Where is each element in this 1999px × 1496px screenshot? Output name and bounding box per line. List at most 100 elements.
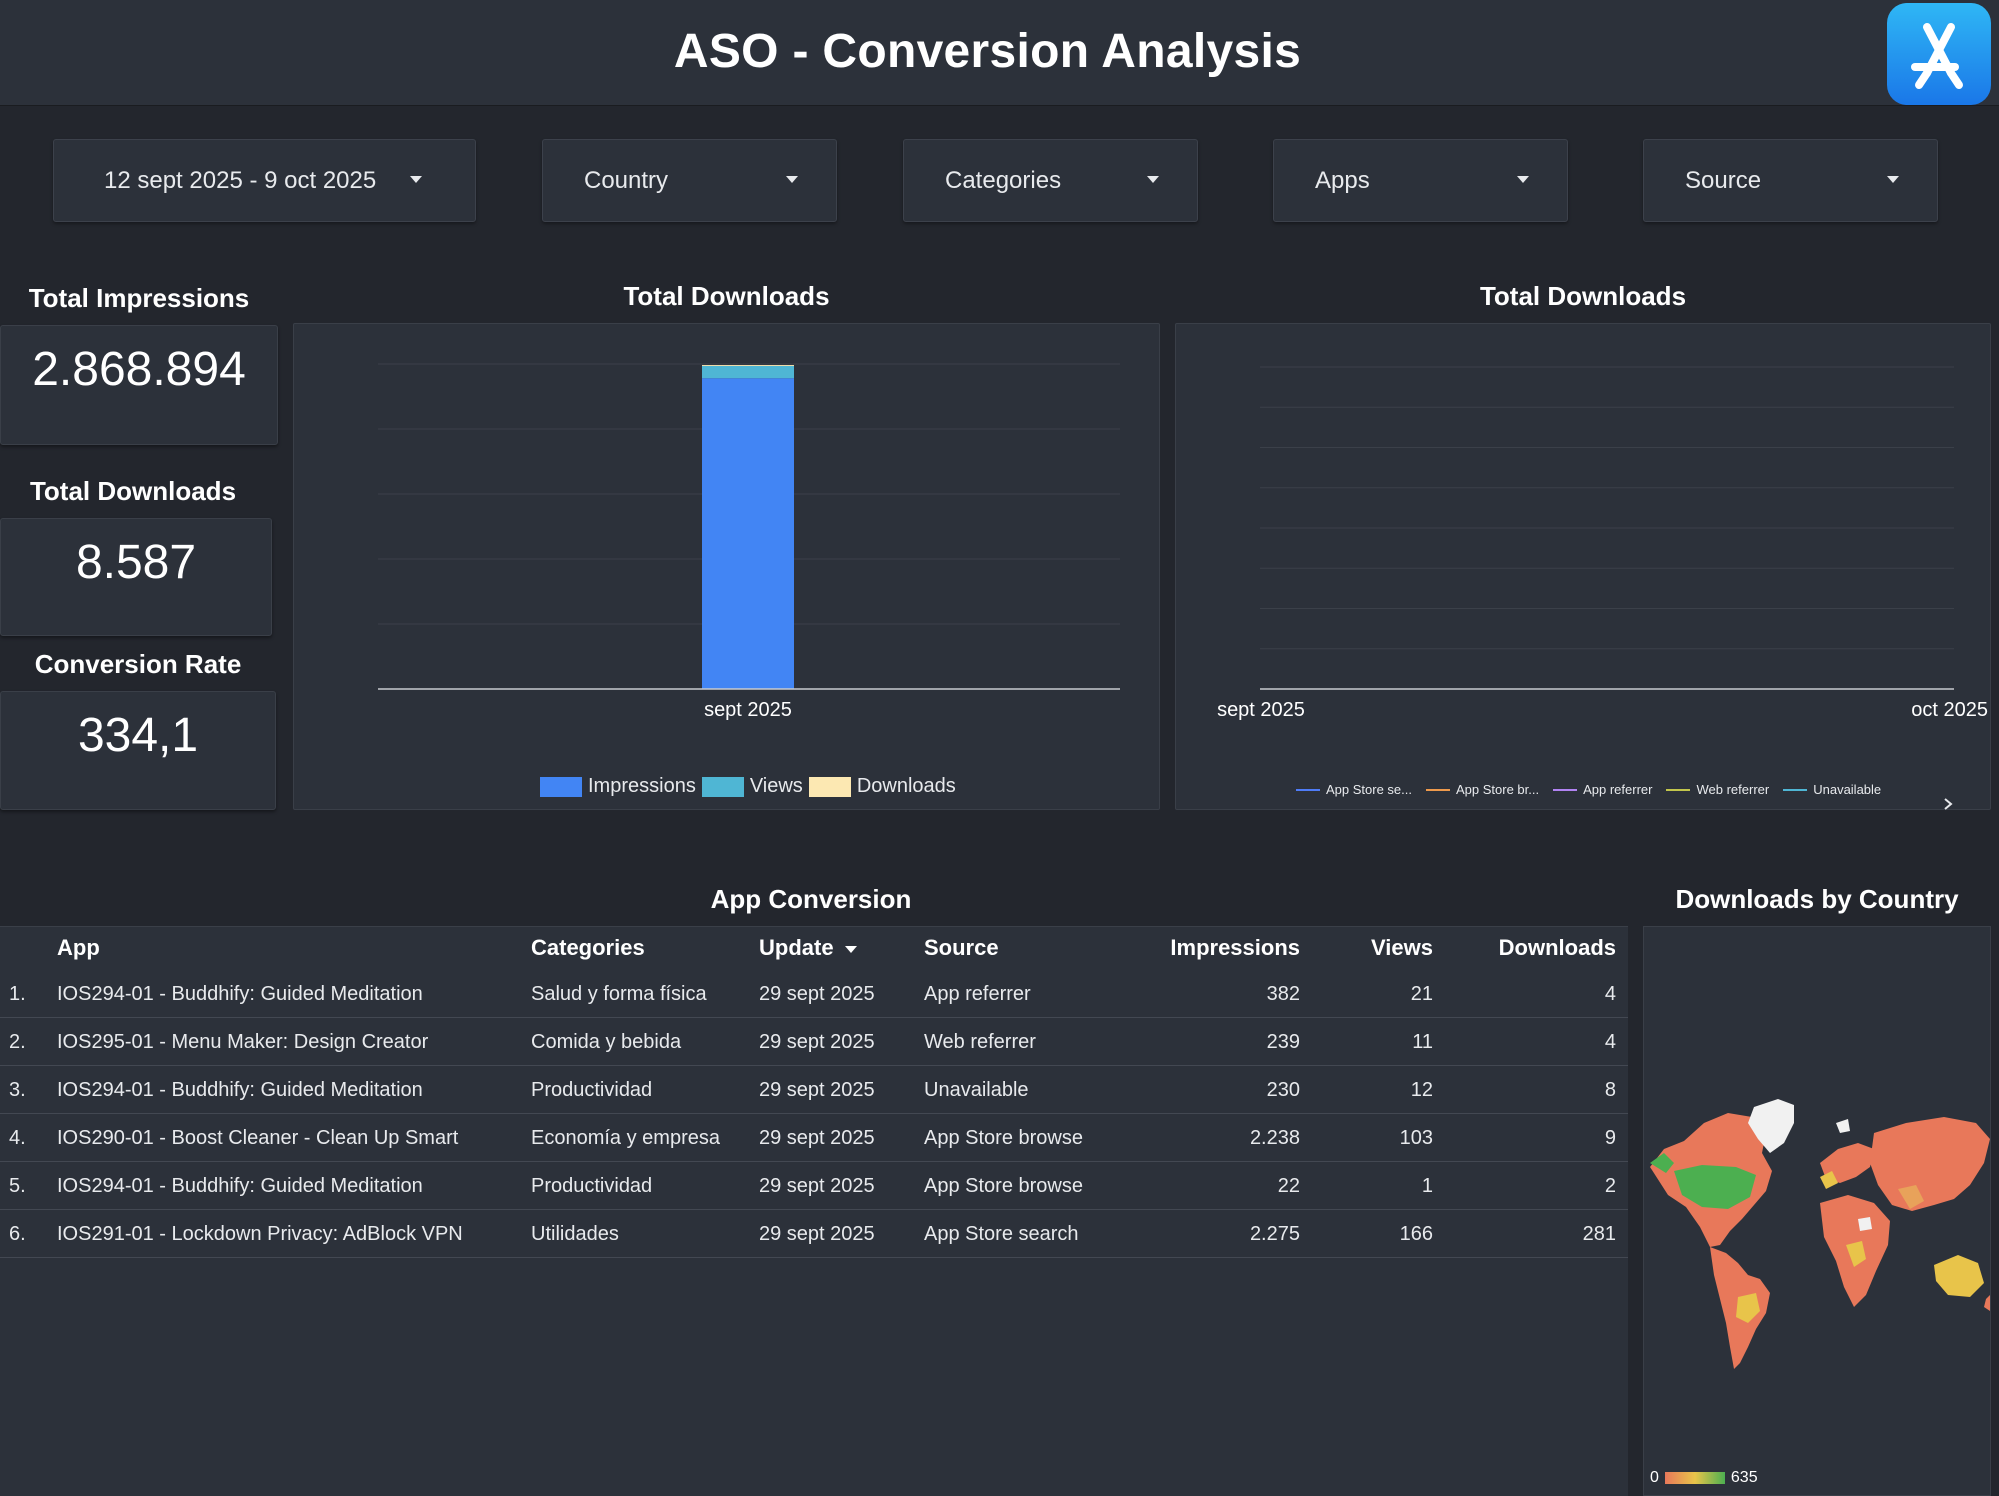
map-region-no-data[interactable]	[1858, 1217, 1872, 1231]
cell-impressions: 2.275	[1249, 1223, 1300, 1245]
column-header-downloads[interactable]: Downloads	[1450, 926, 1616, 970]
column-header-update[interactable]: Update	[759, 926, 857, 970]
row-index: 1.	[9, 983, 26, 1005]
map-color-scale: 0 635	[1650, 1467, 1758, 1489]
line-chart-legend: App Store se... App Store br... App refe…	[1296, 782, 1895, 797]
legend-label: App referrer	[1583, 782, 1653, 797]
row-index: 6.	[9, 1223, 26, 1245]
apps-filter-label: Apps	[1315, 167, 1370, 194]
cell-category: Productividad	[531, 1079, 653, 1101]
legend-label: App Store se...	[1326, 782, 1412, 797]
legend-item-downloads[interactable]: Downloads	[808, 775, 956, 798]
legend-item-unavailable[interactable]: Unavailable	[1783, 782, 1881, 797]
table-row[interactable]: 3. IOS294-01 - Buddhify: Guided Meditati…	[0, 1066, 1628, 1114]
table-row[interactable]: 1. IOS294-01 - Buddhify: Guided Meditati…	[0, 970, 1628, 1018]
cell-app: IOS294-01 - Buddhify: Guided Meditation	[57, 983, 423, 1005]
kpi-impressions-title: Total Impressions	[28, 283, 250, 313]
cell-impressions: 382	[1266, 983, 1300, 1005]
bar-segment-impressions[interactable]	[702, 378, 794, 689]
cell-source: App Store browse	[924, 1127, 1083, 1149]
cell-category: Utilidades	[531, 1223, 619, 1245]
kpi-impressions-value: 2.868.894	[32, 343, 246, 396]
cell-views: 12	[1410, 1079, 1433, 1101]
bar-segment-downloads[interactable]	[702, 365, 794, 366]
chevron-down-icon	[1887, 176, 1899, 183]
legend-line	[1666, 788, 1691, 791]
bar-chart: sept 2025	[378, 363, 1120, 721]
column-header-impressions[interactable]: Impressions	[1120, 926, 1300, 970]
legend-item-impressions[interactable]: Impressions	[540, 775, 696, 798]
cell-category: Economía y empresa	[531, 1127, 720, 1149]
map-region-iceland[interactable]	[1836, 1119, 1850, 1133]
kpi-impressions-card: 2.868.894	[0, 325, 278, 445]
legend-next-page-icon[interactable]	[1940, 796, 1956, 812]
map-title: Downloads by Country	[1675, 884, 1959, 914]
line-chart: sept 2025 oct 2025	[1217, 366, 1988, 721]
legend-item-app-store-browse[interactable]: App Store br...	[1426, 782, 1539, 797]
cell-category: Productividad	[531, 1175, 653, 1197]
table-row[interactable]: 4. IOS290-01 - Boost Cleaner - Clean Up …	[0, 1114, 1628, 1162]
categories-filter[interactable]: Categories	[903, 139, 1198, 222]
date-range-label: 12 sept 2025 - 9 oct 2025	[104, 167, 377, 194]
cell-update: 29 sept 2025	[759, 1127, 875, 1149]
country-filter[interactable]: Country	[542, 139, 837, 222]
map-region-australia[interactable]	[1934, 1255, 1984, 1297]
legend-swatch	[701, 776, 744, 797]
cell-impressions: 2.238	[1249, 1127, 1300, 1149]
bar-segment-views[interactable]	[702, 365, 794, 379]
source-filter[interactable]: Source	[1643, 139, 1938, 222]
map-region-asia[interactable]	[1870, 1117, 1990, 1211]
cell-impressions: 230	[1266, 1079, 1300, 1101]
legend-item-app-store-search[interactable]: App Store se...	[1296, 782, 1412, 797]
row-index: 5.	[9, 1175, 26, 1197]
categories-filter-label: Categories	[945, 167, 1062, 194]
legend-line	[1553, 788, 1578, 791]
legend-item-app-referrer[interactable]: App referrer	[1553, 782, 1652, 797]
world-map[interactable]	[1644, 927, 1990, 1495]
legend-label: Web referrer	[1696, 782, 1770, 797]
legend-item-web-referrer[interactable]: Web referrer	[1666, 782, 1769, 797]
sort-desc-icon	[845, 946, 857, 953]
x-tick-label-start: sept 2025	[1217, 699, 1305, 721]
chevron-down-icon	[1147, 176, 1159, 183]
table-row[interactable]: 2. IOS295-01 - Menu Maker: Design Creato…	[0, 1018, 1628, 1066]
column-header-views[interactable]: Views	[1320, 926, 1433, 970]
apps-filter[interactable]: Apps	[1273, 139, 1568, 222]
chevron-down-icon	[1517, 176, 1529, 183]
column-header-app[interactable]: App	[57, 926, 100, 970]
date-range-filter[interactable]: 12 sept 2025 - 9 oct 2025	[53, 139, 476, 222]
column-header-categories[interactable]: Categories	[531, 926, 645, 970]
legend-label: Views	[749, 775, 803, 797]
x-tick-label-end: oct 2025	[1911, 699, 1988, 721]
cell-app: IOS294-01 - Buddhify: Guided Meditation	[57, 1175, 423, 1197]
scale-max-label: 635	[1730, 1469, 1758, 1486]
cell-app: IOS291-01 - Lockdown Privacy: AdBlock VP…	[57, 1223, 463, 1245]
legend-line	[1783, 788, 1808, 791]
cell-downloads: 2	[1604, 1175, 1616, 1197]
cell-app: IOS294-01 - Buddhify: Guided Meditation	[57, 1079, 423, 1101]
x-tick-label: sept 2025	[704, 699, 792, 721]
cell-downloads: 4	[1604, 983, 1616, 1005]
table-title: App Conversion	[710, 884, 912, 914]
country-filter-label: Country	[584, 167, 669, 194]
kpi-downloads-value: 8.587	[75, 536, 197, 589]
table-row[interactable]: 6. IOS291-01 - Lockdown Privacy: AdBlock…	[0, 1210, 1628, 1258]
legend-line	[1426, 788, 1450, 791]
column-header-source[interactable]: Source	[924, 926, 999, 970]
cell-category: Salud y forma física	[531, 983, 707, 1005]
kpi-conversion-title: Conversion Rate	[34, 649, 242, 679]
app-store-icon	[1887, 3, 1991, 105]
cell-source: App Store browse	[924, 1175, 1083, 1197]
bar-chart-title: Total Downloads	[623, 281, 830, 311]
map-region-new-zealand[interactable]	[1984, 1295, 1990, 1311]
table-row[interactable]: 5. IOS294-01 - Buddhify: Guided Meditati…	[0, 1162, 1628, 1210]
legend-item-views[interactable]: Views	[701, 775, 803, 798]
line-chart-panel: sept 2025 oct 2025 App Store se... App S…	[1175, 323, 1991, 810]
legend-label: Downloads	[856, 775, 956, 797]
column-header-update-label: Update	[759, 935, 834, 960]
cell-downloads: 8	[1604, 1079, 1616, 1101]
cell-impressions: 239	[1266, 1031, 1300, 1053]
cell-update: 29 sept 2025	[759, 1031, 875, 1053]
cell-downloads: 4	[1604, 1031, 1616, 1053]
world-map-panel: 0 635	[1643, 926, 1991, 1496]
